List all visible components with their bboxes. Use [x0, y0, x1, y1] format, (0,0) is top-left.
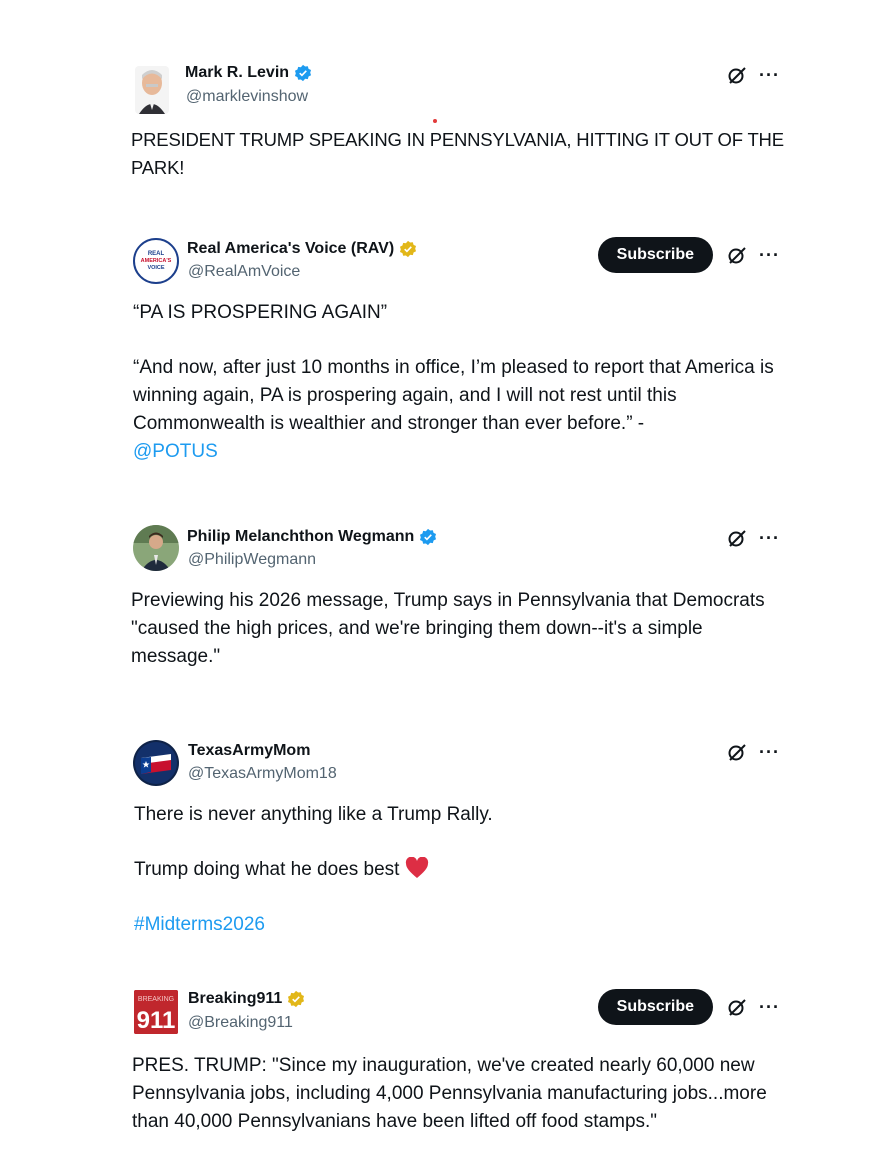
more-icon[interactable]: ···: [759, 998, 780, 1016]
author-name-text[interactable]: TexasArmyMom: [188, 742, 310, 760]
grok-icon[interactable]: [727, 245, 747, 265]
verified-gold-badge-icon: [400, 240, 417, 258]
verified-gold-badge-icon: [288, 990, 305, 1008]
tweet-text: There is never anything like a Trump Ral…: [134, 801, 784, 939]
tweet-text: PRES. TRUMP: "Since my inauguration, we'…: [132, 1052, 792, 1136]
avatar[interactable]: BREAKING 911: [134, 990, 178, 1034]
avatar[interactable]: [133, 740, 179, 786]
tweet-text: Previewing his 2026 message, Trump says …: [131, 587, 791, 671]
tweet-text: “PA IS PROSPERING AGAIN” “And now, after…: [133, 299, 783, 466]
avatar[interactable]: [135, 66, 169, 114]
avatar[interactable]: REAL AMERICA'S VOICE: [133, 238, 179, 284]
author-handle[interactable]: @TexasArmyMom18: [188, 765, 337, 783]
author-name-text[interactable]: Real America's Voice (RAV): [187, 240, 394, 258]
author-handle[interactable]: @marklevinshow: [186, 88, 308, 106]
tweet-paragraph: Trump doing what he does best: [134, 856, 784, 884]
author-handle[interactable]: @RealAmVoice: [188, 263, 300, 281]
subscribe-button[interactable]: Subscribe: [597, 237, 714, 273]
rav-logo-text: VOICE: [147, 265, 164, 271]
rav-logo-text: REAL: [148, 251, 165, 257]
author-name[interactable]: Mark R. Levin: [185, 64, 312, 82]
tweet-paragraph: There is never anything like a Trump Ral…: [134, 804, 493, 825]
author-name[interactable]: Real America's Voice (RAV): [187, 240, 417, 258]
tweet-paragraph-text: Trump doing what he does best: [134, 859, 400, 880]
grok-icon[interactable]: [727, 742, 747, 762]
tweet-paragraph-text: “And now, after just 10 months in office…: [133, 357, 774, 434]
tweet-paragraph: “PA IS PROSPERING AGAIN”: [133, 302, 388, 323]
verified-badge-icon: [295, 64, 312, 82]
hashtag-link[interactable]: #Midterms2026: [134, 911, 784, 939]
author-handle[interactable]: @PhilipWegmann: [188, 551, 316, 569]
more-icon[interactable]: ···: [759, 529, 780, 547]
author-name-text[interactable]: Breaking911: [188, 990, 282, 1008]
tweet-actions: ···: [727, 65, 780, 85]
tweet-paragraph: “And now, after just 10 months in office…: [133, 354, 783, 466]
tweet-actions: ···: [727, 528, 780, 548]
rav-logo-text: AMERICA'S: [141, 258, 172, 264]
author-name[interactable]: Philip Melanchthon Wegmann: [187, 528, 437, 546]
author-name-text[interactable]: Philip Melanchthon Wegmann: [187, 528, 414, 546]
avatar[interactable]: [133, 525, 179, 571]
tweet-paragraph: PRESIDENT TRUMP SPEAKING IN PENNSYLVANIA…: [131, 129, 784, 178]
subscribe-button[interactable]: Subscribe: [597, 989, 714, 1025]
author-handle[interactable]: @Breaking911: [188, 1014, 293, 1032]
more-icon[interactable]: ···: [759, 246, 780, 264]
grok-icon[interactable]: [727, 528, 747, 548]
author-name-text[interactable]: Mark R. Levin: [185, 64, 289, 82]
author-name[interactable]: TexasArmyMom: [188, 742, 310, 760]
tweet-paragraph: Previewing his 2026 message, Trump says …: [131, 590, 765, 667]
breaking-logo-number: 911: [137, 1007, 176, 1034]
red-dot-marker: [433, 119, 437, 123]
tweet-actions: Subscribe ···: [597, 237, 780, 273]
more-icon[interactable]: ···: [759, 743, 780, 761]
more-icon[interactable]: ···: [759, 66, 780, 84]
grok-icon[interactable]: [727, 65, 747, 85]
tweet-text: PRESIDENT TRUMP SPEAKING IN PENNSYLVANIA…: [131, 126, 791, 182]
author-name[interactable]: Breaking911: [188, 990, 305, 1008]
heart-icon: [405, 856, 428, 878]
mention-link[interactable]: @POTUS: [133, 441, 218, 462]
grok-icon[interactable]: [727, 997, 747, 1017]
verified-badge-icon: [420, 528, 437, 546]
tweet-paragraph: PRES. TRUMP: "Since my inauguration, we'…: [132, 1055, 767, 1132]
tweet-actions: ···: [727, 742, 780, 762]
breaking-logo-text: BREAKING: [138, 996, 174, 1003]
tweet-actions: Subscribe ···: [597, 989, 780, 1025]
